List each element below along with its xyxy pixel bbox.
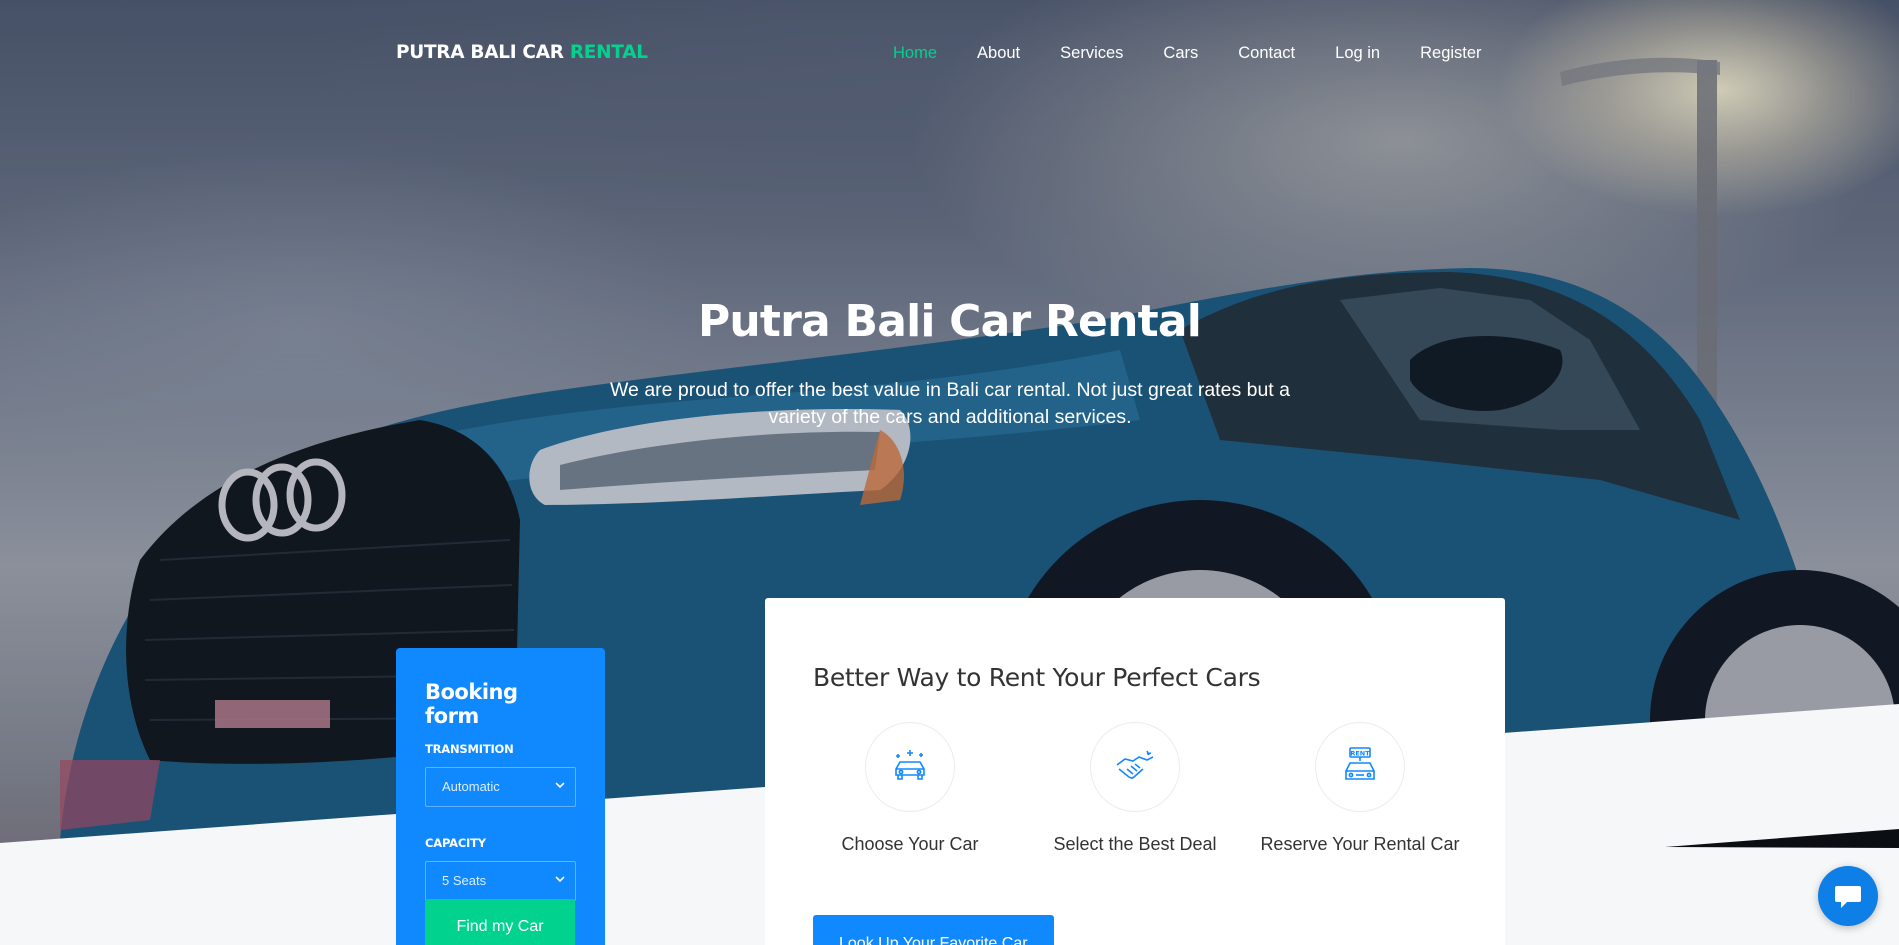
transmission-select[interactable]: Automatic — [425, 767, 576, 807]
car-sparkle-icon — [895, 750, 925, 780]
nav-contact[interactable]: Contact — [1238, 44, 1295, 63]
chevron-down-icon — [555, 782, 565, 789]
brand-accent: RENTAL — [569, 42, 648, 63]
chevron-down-icon — [555, 876, 565, 883]
nav-services[interactable]: Services — [1060, 44, 1123, 63]
nav-home[interactable]: Home — [893, 44, 937, 63]
booking-form: Booking form TRANSMITION Automatic CAPAC… — [396, 648, 605, 945]
feature-icon-circle — [1090, 722, 1180, 812]
chat-bubble-icon — [1835, 886, 1861, 908]
services-card: Better Way to Rent Your Perfect Cars Cho… — [765, 598, 1505, 945]
capacity-value: 5 Seats — [442, 873, 487, 888]
navbar: PUTRA BALI CAR RENTAL Home About Service… — [0, 0, 1899, 108]
transmission-value: Automatic — [442, 779, 500, 794]
capacity-select[interactable]: 5 Seats — [425, 861, 576, 901]
nav-register[interactable]: Register — [1420, 44, 1481, 63]
main-nav: Home About Services Cars Contact Log in … — [893, 44, 1522, 63]
transmission-label: TRANSMITION — [425, 742, 514, 756]
chat-button[interactable] — [1818, 866, 1878, 926]
capacity-label: CAPACITY — [425, 836, 486, 850]
nav-cars[interactable]: Cars — [1163, 44, 1198, 63]
brand-name: PUTRA BALI CAR — [396, 42, 564, 63]
feature-choose-car: Choose Your Car — [810, 722, 1010, 857]
feature-reserve: RENT Reserve Your Rental Car — [1260, 722, 1460, 857]
handshake-icon — [1116, 750, 1154, 779]
services-title: Better Way to Rent Your Perfect Cars — [813, 663, 1261, 692]
nav-about[interactable]: About — [977, 44, 1020, 63]
find-car-button[interactable]: Find my Car — [425, 899, 575, 945]
lookup-car-button[interactable]: Look Up Your Favorite Car — [813, 915, 1054, 945]
feature-caption: Reserve Your Rental Car — [1260, 834, 1460, 854]
svg-text:RENT: RENT — [1350, 750, 1370, 758]
booking-form-title: Booking form — [425, 680, 518, 728]
brand-logo[interactable]: PUTRA BALI CAR RENTAL — [396, 42, 648, 63]
feature-caption: Choose Your Car — [841, 834, 979, 854]
hero-title: Putra Bali Car Rental — [697, 296, 1202, 347]
feature-icon-circle — [865, 722, 955, 812]
feature-icon-circle: RENT — [1315, 722, 1405, 812]
rent-car-icon: RENT — [1345, 747, 1375, 780]
nav-login[interactable]: Log in — [1335, 44, 1380, 63]
hero-subtitle: We are proud to offer the best value in … — [610, 379, 1290, 428]
feature-best-deal: Select the Best Deal — [1035, 722, 1235, 857]
feature-caption: Select the Best Deal — [1053, 834, 1217, 854]
